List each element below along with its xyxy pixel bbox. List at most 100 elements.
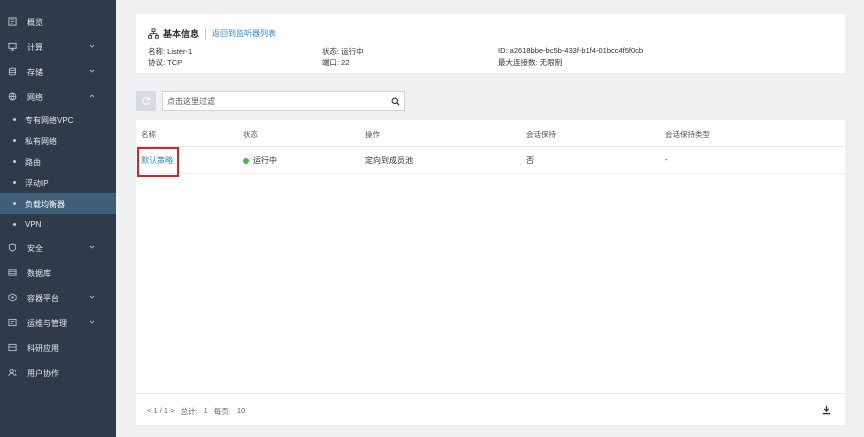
nav-item-security[interactable]: 安全: [0, 235, 116, 260]
max-connections-value: 无限制: [539, 58, 563, 67]
chevron-down-icon: [89, 44, 95, 48]
network-icon: [8, 92, 17, 101]
sub-item-label: 负载均衡器: [25, 200, 65, 209]
nav-item-compute[interactable]: 计算: [0, 34, 116, 59]
table-row: 默认策略 运行中 定向到成员池 否 -: [136, 147, 845, 174]
chevron-down-icon: [89, 69, 95, 73]
policy-table-card: 名称 状态 操作 会话保持 会话保持类型 默认策略 运行中 定向到成员池 否 -…: [136, 120, 845, 425]
port-value: 22: [341, 58, 350, 67]
nav-item-label: 计算: [27, 43, 43, 52]
bullet-icon: [13, 223, 16, 226]
column-header-action[interactable]: 操作: [365, 129, 380, 140]
topology-icon: [148, 28, 159, 39]
max-connections-field: 最大连接数: 无限制: [498, 57, 562, 68]
search-filter-box[interactable]: [162, 91, 405, 111]
per-page-label: 每页:: [213, 407, 231, 416]
database-icon: [8, 269, 17, 276]
name-value: Lister-1: [167, 47, 193, 56]
protocol-field: 协议: TCP: [148, 57, 182, 68]
column-header-session[interactable]: 会话保持: [526, 129, 556, 140]
nav-item-users[interactable]: 用户协作: [0, 360, 116, 385]
nav-item-overview[interactable]: 概览: [0, 9, 116, 34]
column-header-status[interactable]: 状态: [243, 129, 258, 140]
status-cell: 运行中: [243, 155, 277, 166]
nav-item-label: 概览: [27, 18, 43, 27]
overview-icon: [8, 17, 17, 26]
search-icon[interactable]: [391, 97, 400, 106]
session-type-cell: -: [665, 155, 668, 164]
protocol-label: 协议:: [148, 58, 168, 67]
sidebar: 概览 计算 存储 网络 专有网络VPC 私有网络 路由 浮动IP 负载均衡器 V…: [0, 0, 116, 437]
bullet-icon: [13, 181, 16, 184]
column-header-name[interactable]: 名称: [141, 129, 156, 140]
filter-input[interactable]: [167, 94, 387, 108]
nav-item-container[interactable]: 容器平台: [0, 285, 116, 310]
nav-item-network[interactable]: 网络: [0, 84, 116, 109]
basic-info-card: 基本信息 返回到监听器列表 名称: Lister-1 协议: TCP 状态: 运…: [136, 14, 845, 73]
users-icon: [8, 368, 17, 377]
protocol-value: TCP: [167, 58, 183, 67]
bullet-icon: [13, 139, 16, 142]
sub-item-label: 浮动IP: [25, 179, 49, 188]
name-label: 名称:: [148, 47, 168, 56]
sub-item-label: 私有网络: [25, 137, 57, 146]
chevron-down-icon: [89, 320, 95, 324]
sidebar-item-vpn[interactable]: VPN: [0, 214, 116, 235]
name-field: 名称: Lister-1: [148, 46, 192, 57]
highlight-box: [137, 147, 179, 177]
shield-icon: [8, 243, 17, 252]
info-title: 基本信息: [163, 29, 200, 39]
nav-item-label: 安全: [27, 244, 43, 253]
refresh-icon: [142, 97, 150, 105]
sidebar-item-vpc[interactable]: 专有网络VPC: [0, 109, 116, 130]
nav-item-research[interactable]: 科研应用: [0, 335, 116, 360]
ops-icon: [8, 318, 17, 327]
chevron-down-icon: [89, 245, 95, 249]
nav-item-label: 网络: [27, 93, 43, 102]
port-field: 端口: 22: [322, 57, 350, 68]
nav-item-label: 数据库: [27, 269, 51, 278]
status-text: 运行中: [253, 156, 277, 165]
back-to-listeners-link[interactable]: 返回到监听器列表: [212, 28, 276, 39]
footer-divider: [136, 393, 845, 394]
status-running-dot: [243, 157, 249, 164]
nav-item-label: 存储: [27, 68, 43, 77]
title-divider: [205, 27, 207, 40]
storage-icon: [8, 67, 17, 76]
sidebar-item-floating-ip[interactable]: 浮动IP: [0, 172, 116, 193]
bullet-icon: [13, 118, 16, 121]
id-value: a2618bbe-bc5b-433f-b1f4-01bcc4f5f0cb: [509, 46, 644, 55]
nav-item-label: 运维与管理: [27, 319, 67, 328]
compute-icon: [8, 42, 17, 51]
download-icon[interactable]: [822, 405, 831, 415]
per-page-value[interactable]: 10: [237, 406, 245, 417]
session-cell: 否: [526, 156, 534, 165]
status-field: 状态: 运行中: [322, 46, 364, 57]
total-value: 1: [203, 406, 208, 415]
refresh-button[interactable]: [136, 91, 156, 111]
sidebar-item-routes[interactable]: 路由: [0, 151, 116, 172]
container-icon: [8, 293, 17, 302]
status-label: 状态:: [322, 47, 342, 56]
sidebar-item-load-balancer[interactable]: 负载均衡器: [0, 193, 116, 214]
sub-item-label: 路由: [25, 158, 41, 167]
sub-item-label: VPN: [25, 220, 42, 229]
sub-item-label: 专有网络VPC: [25, 116, 74, 125]
action-cell: 定向到成员池: [365, 156, 413, 165]
pagination: < 1 / 1 > 总计: 1 每页: 10: [147, 406, 245, 417]
total-label: 总计:: [180, 407, 198, 416]
column-header-session-type[interactable]: 会话保持类型: [665, 129, 710, 140]
bullet-icon: [13, 202, 16, 205]
nav-item-label: 科研应用: [27, 344, 59, 353]
sidebar-item-private-network[interactable]: 私有网络: [0, 130, 116, 151]
page-range[interactable]: < 1 / 1 >: [147, 406, 175, 417]
bullet-icon: [13, 160, 16, 163]
research-icon: [8, 343, 17, 352]
nav-item-storage[interactable]: 存储: [0, 59, 116, 84]
nav-item-ops[interactable]: 运维与管理: [0, 310, 116, 335]
port-label: 端口:: [322, 58, 342, 67]
nav-item-database[interactable]: 数据库: [0, 260, 116, 285]
chevron-up-icon: [89, 94, 95, 98]
chevron-down-icon: [89, 295, 95, 299]
max-connections-label: 最大连接数:: [498, 58, 540, 67]
